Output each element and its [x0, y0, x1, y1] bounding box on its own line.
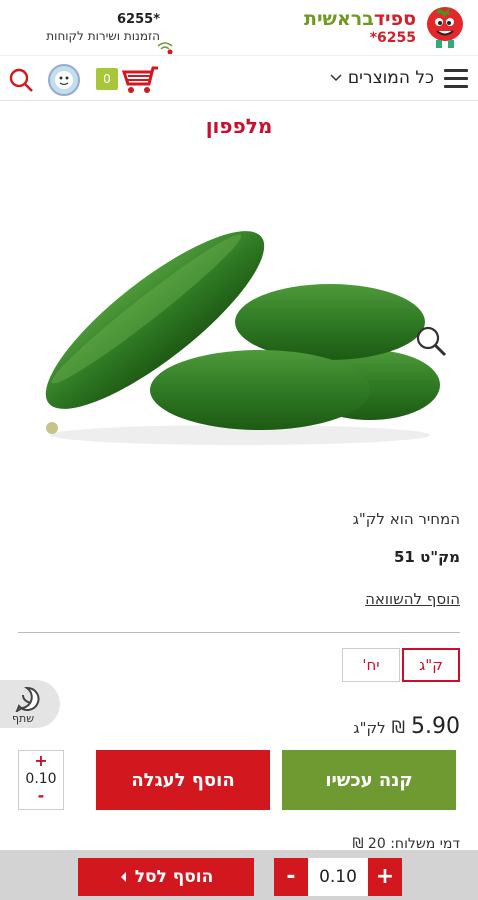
top-bar: ספידבראשית *6255 6255* הזמנות ושירות לקו…	[0, 0, 478, 56]
chevron-down-icon	[330, 74, 342, 82]
bottom-decrease-button[interactable]: -	[274, 858, 308, 896]
zoom-icon[interactable]	[414, 324, 448, 358]
cart-icon	[121, 66, 158, 93]
buy-now-button[interactable]: קנה עכשיו	[282, 750, 456, 810]
customer-service[interactable]: 6255* הזמנות ושירות לקוחות	[10, 12, 160, 43]
all-products-label: כל המוצרים	[347, 68, 434, 88]
bottom-bar: הוסף לסל - 0.10 +	[0, 850, 478, 900]
add-to-cart-button[interactable]: הוסף לעגלה	[96, 750, 270, 810]
unit-option-unit[interactable]: יח'	[342, 648, 400, 682]
unit-option-kg[interactable]: ק"ג	[402, 648, 460, 682]
whatsapp-share-button[interactable]: שתף	[0, 680, 60, 728]
brand-logo[interactable]: ספידבראשית *6255	[298, 2, 468, 54]
quantity-stepper: + 0.10 -	[18, 750, 64, 810]
bottom-quantity-value[interactable]: 0.10	[308, 858, 368, 896]
logo-phone: *6255	[369, 30, 416, 46]
signal-icon	[157, 42, 173, 54]
cart-count-badge: 0	[96, 68, 118, 90]
price-line: 5.90 ₪ לק"ג	[353, 714, 460, 739]
product-sku: מק"ט 51	[394, 548, 460, 566]
search-icon[interactable]	[8, 67, 34, 93]
logo-text-part2: בראשית	[303, 8, 374, 30]
product-image	[45, 231, 440, 445]
bottom-quantity-stepper: - 0.10 +	[274, 858, 402, 896]
add-to-basket-button[interactable]: הוסף לסל	[78, 858, 254, 896]
chevron-left-icon	[120, 872, 126, 882]
add-to-basket-label: הוסף לסל	[134, 867, 214, 887]
increase-quantity-button[interactable]: +	[19, 753, 63, 769]
add-to-compare-link[interactable]: הוסף להשוואה	[20, 590, 460, 608]
price-amount: 5.90	[411, 714, 460, 739]
tomato-mascot-icon	[427, 7, 463, 48]
divider	[18, 632, 460, 633]
whatsapp-share-label: שתף	[12, 712, 35, 725]
product-title: מלפפון	[205, 114, 273, 138]
all-products-dropdown[interactable]: כל המוצרים	[330, 68, 434, 88]
logo-text: ספידבראשית	[304, 8, 416, 30]
menu-icon[interactable]	[444, 69, 468, 89]
unit-selector: ק"ג יח'	[342, 648, 460, 682]
user-avatar-icon[interactable]	[48, 64, 80, 96]
whatsapp-icon	[15, 686, 40, 712]
bottom-increase-button[interactable]: +	[368, 858, 402, 896]
price-unit: לק"ג	[353, 719, 386, 737]
decrease-quantity-button[interactable]: -	[19, 788, 63, 804]
cart-button[interactable]: 0	[96, 64, 160, 96]
service-text: הזמנות ושירות לקוחות	[46, 29, 160, 43]
service-phone: 6255*	[117, 12, 160, 27]
price-currency: ₪	[391, 718, 406, 738]
logo-text-part1: ספיד	[373, 8, 416, 30]
price-note: המחיר הוא לק"ג	[352, 510, 460, 528]
